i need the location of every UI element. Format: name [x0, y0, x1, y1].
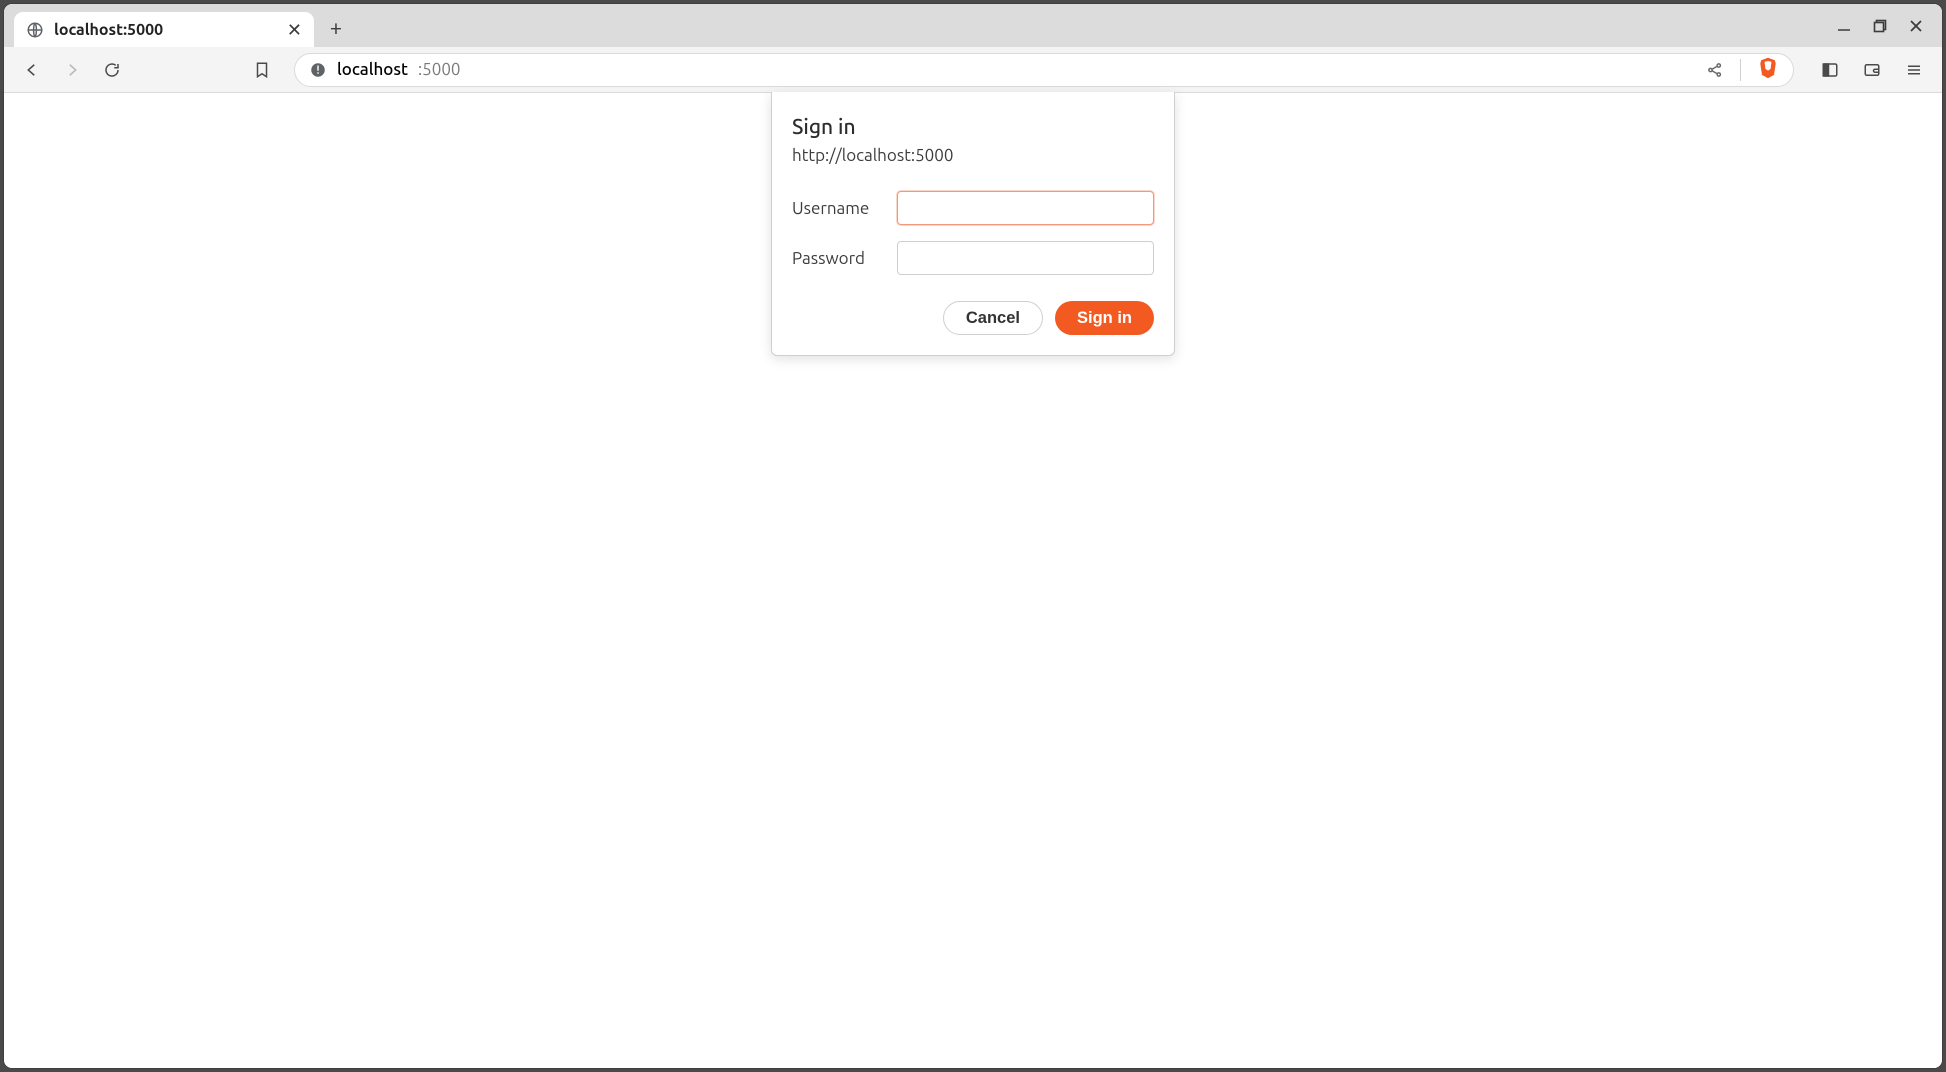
divider [1740, 59, 1741, 81]
new-tab-button[interactable]: + [318, 9, 354, 45]
signin-button[interactable]: Sign in [1055, 301, 1154, 335]
password-label: Password [792, 249, 897, 268]
minimize-icon[interactable] [1836, 18, 1852, 34]
forward-button[interactable] [54, 52, 90, 88]
toolbar: localhost :5000 [4, 47, 1942, 93]
wallet-icon[interactable] [1854, 52, 1890, 88]
username-input[interactable] [897, 191, 1154, 225]
dialog-origin: http://localhost:5000 [792, 146, 1154, 165]
share-icon[interactable] [1706, 61, 1724, 79]
url-host: localhost [337, 60, 408, 79]
http-auth-dialog: Sign in http://localhost:5000 Username P… [771, 92, 1175, 356]
dialog-actions: Cancel Sign in [792, 301, 1154, 335]
globe-icon [26, 21, 44, 39]
password-input[interactable] [897, 241, 1154, 275]
password-row: Password [792, 241, 1154, 275]
url-port: :5000 [418, 60, 461, 79]
window-controls [1836, 4, 1942, 47]
tab-strip: localhost:5000 ✕ + [4, 4, 1942, 47]
tab-close-icon[interactable]: ✕ [287, 21, 302, 39]
back-button[interactable] [14, 52, 50, 88]
not-secure-icon [309, 61, 327, 79]
sidebar-toggle-icon[interactable] [1812, 52, 1848, 88]
dialog-title: Sign in [792, 114, 1154, 138]
reload-button[interactable] [94, 52, 130, 88]
bookmark-button[interactable] [244, 52, 280, 88]
address-bar[interactable]: localhost :5000 [294, 53, 1794, 87]
brave-shields-icon[interactable] [1757, 56, 1779, 84]
toolbar-right [1812, 52, 1932, 88]
tab-title: localhost:5000 [54, 21, 277, 39]
username-label: Username [792, 199, 897, 218]
username-row: Username [792, 191, 1154, 225]
tab-active[interactable]: localhost:5000 ✕ [14, 12, 314, 47]
menu-icon[interactable] [1896, 52, 1932, 88]
cancel-button[interactable]: Cancel [943, 301, 1043, 335]
page-content: Sign in http://localhost:5000 Username P… [4, 93, 1942, 1068]
browser-window: localhost:5000 ✕ + [4, 4, 1942, 1068]
maximize-icon[interactable] [1872, 18, 1888, 34]
close-window-icon[interactable] [1908, 18, 1924, 34]
